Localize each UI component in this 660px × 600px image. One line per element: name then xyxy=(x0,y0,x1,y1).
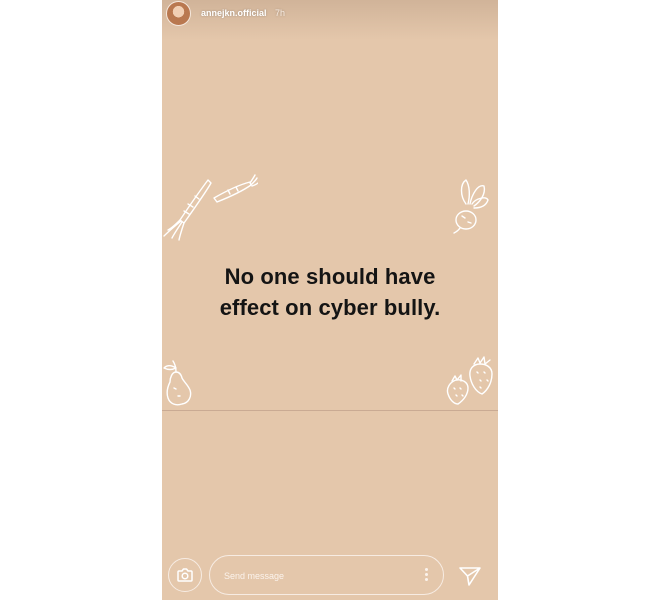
message-placeholder: Send message xyxy=(224,571,285,581)
username[interactable]: annejkn.official xyxy=(201,8,267,18)
story-view[interactable]: annejkn.official 7h No one should have e… xyxy=(162,0,498,600)
avatar[interactable] xyxy=(166,1,191,26)
story-time: 7h xyxy=(275,8,286,18)
carrot-doodle-icon xyxy=(163,174,258,241)
story-text-line-2: effect on cyber bully. xyxy=(219,295,441,320)
camera-icon xyxy=(177,568,193,582)
divider xyxy=(162,410,498,411)
more-vertical-icon[interactable] xyxy=(423,568,429,584)
story-header: annejkn.official 7h xyxy=(162,0,498,30)
pear-doodle-icon xyxy=(163,360,192,406)
send-message-input[interactable]: Send message xyxy=(209,555,444,595)
send-icon[interactable] xyxy=(458,565,482,587)
story-text-line-1: No one should have xyxy=(224,264,436,289)
story-text: No one should have effect on cyber bully… xyxy=(162,261,498,323)
strawberry-doodle-icon xyxy=(446,356,493,405)
radish-doodle-icon xyxy=(453,179,489,234)
camera-button[interactable] xyxy=(168,558,202,592)
